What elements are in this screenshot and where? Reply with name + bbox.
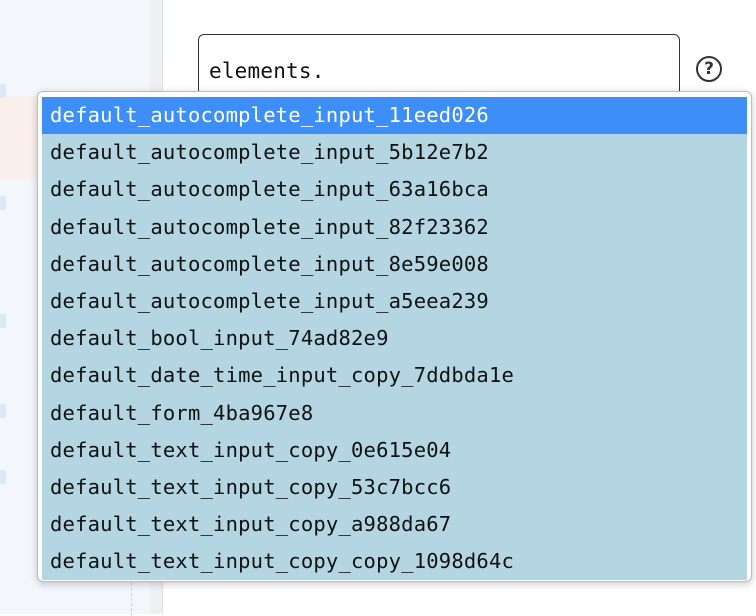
gutter-marker	[0, 314, 6, 328]
gutter-marker	[0, 470, 6, 484]
autocomplete-dropdown: default_autocomplete_input_11eed026 defa…	[37, 91, 752, 582]
autocomplete-option[interactable]: default_autocomplete_input_11eed026	[42, 97, 747, 135]
help-glyph: ?	[704, 59, 714, 79]
autocomplete-option[interactable]: default_autocomplete_input_5b12e7b2	[42, 134, 747, 172]
autocomplete-option[interactable]: default_text_input_copy_0e615e04	[42, 431, 747, 469]
gutter-marker	[0, 84, 6, 98]
autocomplete-option[interactable]: default_text_input_copy_copy_1098d64c	[42, 543, 747, 581]
autocomplete-option[interactable]: default_date_time_input_copy_7ddbda1e	[42, 357, 747, 395]
autocomplete-option[interactable]: default_autocomplete_input_82f23362	[42, 208, 747, 246]
autocomplete-option[interactable]: default_form_4ba967e8	[42, 394, 747, 432]
code-input-value: elements.	[209, 59, 325, 83]
autocomplete-option[interactable]: default_text_input_copy_53c7bcc6	[42, 468, 747, 507]
autocomplete-option[interactable]: default_text_input_copy_a988da67	[42, 506, 747, 544]
help-circle-icon[interactable]: ?	[696, 56, 722, 82]
autocomplete-list: default_autocomplete_input_11eed026 defa…	[42, 97, 747, 581]
autocomplete-option[interactable]: default_autocomplete_input_63a16bca	[42, 171, 747, 209]
gutter-marker	[0, 196, 6, 210]
autocomplete-option[interactable]: default_bool_input_74ad82e9	[42, 320, 747, 358]
autocomplete-option[interactable]: default_autocomplete_input_a5eea239	[42, 282, 747, 321]
gutter-marker	[0, 404, 6, 418]
autocomplete-option[interactable]: default_autocomplete_input_8e59e008	[42, 245, 747, 283]
